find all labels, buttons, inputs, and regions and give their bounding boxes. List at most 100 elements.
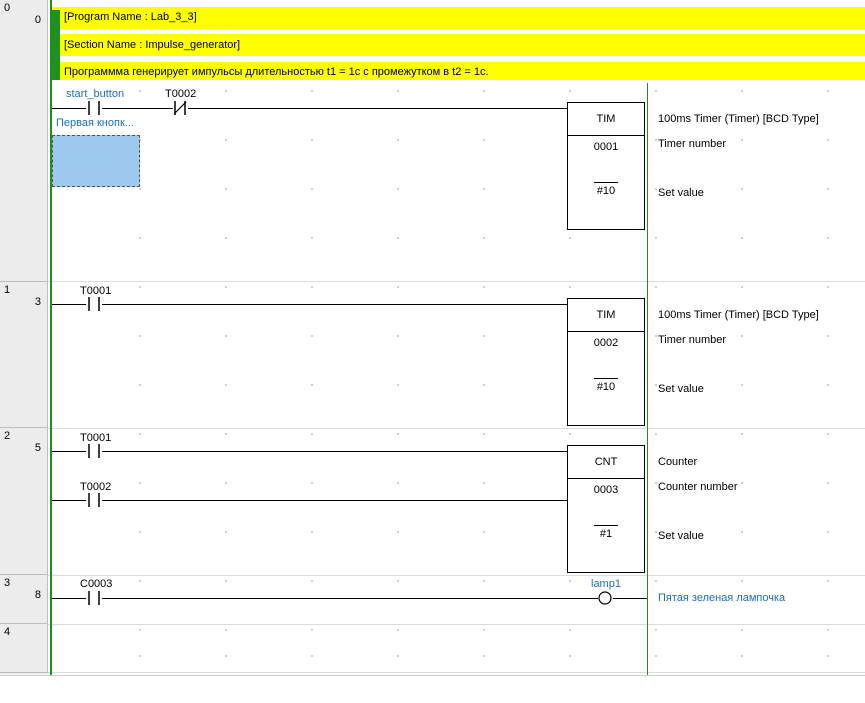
grid-dot (225, 384, 227, 386)
instruction-number: 0002 (593, 337, 619, 349)
operand-desc: Set value (658, 530, 704, 542)
contact-t0001-label[interactable]: T0001 (80, 432, 111, 444)
no-contact-icon[interactable] (86, 591, 102, 605)
left-power-rail (50, 0, 52, 675)
grid-dot (827, 629, 829, 631)
grid-dot (311, 531, 313, 533)
program-name-text: [Program Name : Lab_3_3] (64, 11, 197, 23)
no-contact-icon[interactable] (86, 444, 102, 458)
grid-dot (311, 433, 313, 435)
wire (188, 108, 567, 109)
grid-dot (741, 286, 743, 288)
instruction-name: TIM (568, 299, 644, 332)
grid-dot (311, 188, 313, 190)
grid-dot (311, 139, 313, 141)
nc-contact-icon[interactable] (172, 101, 188, 115)
grid-dot (655, 433, 657, 435)
instruction-name: CNT (568, 446, 644, 479)
grid-dot (311, 482, 313, 484)
operand-desc: Set value (658, 383, 704, 395)
section-name-text: [Section Name : Impulse_generator] (64, 39, 241, 51)
grid-dot (741, 629, 743, 631)
grid-dot (139, 629, 141, 631)
grid-dot (225, 433, 227, 435)
grid-dot (655, 629, 657, 631)
wire (52, 304, 86, 305)
grid-dot (397, 629, 399, 631)
grid-dot (225, 655, 227, 657)
grid-dot (741, 531, 743, 533)
contact-t0002-label[interactable]: T0002 (165, 88, 196, 100)
rung-index: 4 (4, 626, 11, 638)
grid-dot (655, 90, 657, 92)
grid-dot (311, 286, 313, 288)
rung-separator (48, 428, 865, 429)
grid-dot (827, 335, 829, 337)
wire (52, 500, 86, 501)
set-value: #1 (594, 525, 618, 550)
wire (52, 108, 86, 109)
rung-number-0[interactable]: 0 0 (0, 0, 48, 282)
grid-dot (655, 384, 657, 386)
contact-t0002-label[interactable]: T0002 (80, 481, 111, 493)
operand-desc: Counter number (658, 481, 738, 493)
grid-dot (741, 482, 743, 484)
rung-step: 0 (34, 14, 41, 26)
timer-block-0002[interactable]: TIM 0002 #10 (567, 298, 645, 426)
grid-dot (139, 384, 141, 386)
grid-dot (741, 384, 743, 386)
grid-dot (397, 286, 399, 288)
rung-number-2[interactable]: 2 5 (0, 428, 48, 575)
instruction-number: 0003 (593, 484, 619, 496)
contact-c0003-label[interactable]: C0003 (80, 578, 112, 590)
grid-dot (827, 139, 829, 141)
rung-separator (48, 624, 865, 625)
grid-dot (397, 384, 399, 386)
wire (102, 598, 598, 599)
contact-t0001-label[interactable]: T0001 (80, 285, 111, 297)
wire (102, 304, 567, 305)
grid-dot (397, 580, 399, 582)
rung-index: 0 (4, 2, 11, 14)
grid-dot (225, 286, 227, 288)
instruction-desc: 100ms Timer (Timer) [BCD Type] (658, 113, 819, 125)
counter-block-0003[interactable]: CNT 0003 #1 (567, 445, 645, 573)
grid-dot (397, 188, 399, 190)
rung-number-1[interactable]: 1 3 (0, 282, 48, 428)
grid-dot (311, 335, 313, 337)
grid-dot (483, 580, 485, 582)
output-coil-icon[interactable] (597, 591, 613, 605)
no-contact-icon[interactable] (86, 101, 102, 115)
grid-dot (139, 286, 141, 288)
grid-dot (483, 139, 485, 141)
rung-number-3[interactable]: 3 8 (0, 575, 48, 624)
grid-dot (655, 139, 657, 141)
grid-dot (655, 286, 657, 288)
no-contact-icon[interactable] (86, 493, 102, 507)
set-value: #10 (594, 182, 618, 207)
coil-comment: Пятая зеленая лампочка (658, 592, 786, 604)
operand-desc: Timer number (658, 334, 727, 346)
selection-cursor[interactable] (52, 135, 140, 187)
rung-separator (48, 281, 865, 282)
grid-dot (483, 655, 485, 657)
wire (102, 108, 173, 109)
grid-dot (225, 90, 227, 92)
grid-dot (569, 655, 571, 657)
rung-number-4[interactable]: 4 (0, 624, 48, 673)
grid-dot (741, 90, 743, 92)
grid-dot (483, 531, 485, 533)
grid-dot (655, 482, 657, 484)
coil-lamp1-label[interactable]: lamp1 (591, 578, 621, 590)
grid-dot (741, 580, 743, 582)
grid-dot (827, 384, 829, 386)
timer-block-0001[interactable]: TIM 0001 #10 (567, 102, 645, 230)
set-value: #10 (594, 378, 618, 403)
grid-dot (827, 482, 829, 484)
grid-dot (139, 531, 141, 533)
grid-dot (311, 629, 313, 631)
no-contact-icon[interactable] (86, 297, 102, 311)
grid-dot (741, 655, 743, 657)
contact-start-button-label[interactable]: start_button (66, 88, 124, 100)
grid-dot (139, 335, 141, 337)
